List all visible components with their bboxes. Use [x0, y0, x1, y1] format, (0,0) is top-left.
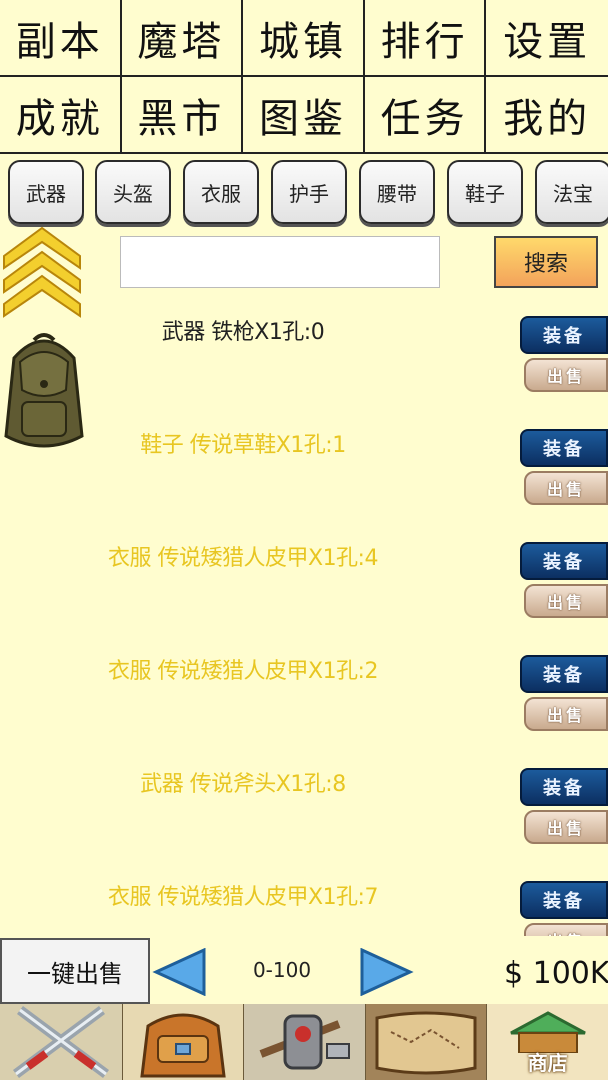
equip-button[interactable]: 装备 [520, 429, 608, 467]
shop-label: 商店 [527, 1050, 568, 1075]
list-item: 武器 铁枪X1孔:0 装备 出售 [0, 300, 608, 412]
list-item: 衣服 传说矮猎人皮甲X1孔:2 装备 出售 [0, 639, 608, 751]
inventory-list: 武器 铁枪X1孔:0 装备 出售 鞋子 传说草鞋X1孔:1 装备 出售 衣服 传… [0, 300, 608, 936]
sell-button[interactable]: 出售 [524, 810, 608, 844]
sell-button[interactable]: 出售 [524, 697, 608, 731]
item-name: 武器 传说斧头X1孔:8 [140, 772, 346, 797]
menu-magic-tower[interactable]: 魔塔 [121, 0, 244, 77]
nav-battle[interactable] [0, 1004, 122, 1080]
equip-button[interactable]: 装备 [520, 768, 608, 806]
sell-button[interactable]: 出售 [524, 923, 608, 936]
search-button[interactable]: 搜索 [494, 236, 598, 288]
sell-all-button[interactable]: 一键出售 [0, 938, 150, 1004]
backpack-icon [140, 1013, 226, 1078]
crossed-swords-icon [12, 1005, 109, 1079]
backpack-icon[interactable] [0, 328, 88, 454]
menu-quests[interactable]: 任务 [364, 77, 487, 154]
money-amount: $ 100K [504, 956, 608, 991]
tab-armor[interactable]: 衣服 [183, 160, 259, 224]
category-tabs: 武器 头盔 衣服 护手 腰带 鞋子 法宝 [0, 160, 608, 226]
equip-button[interactable]: 装备 [520, 881, 608, 919]
nav-map[interactable] [364, 1004, 487, 1080]
list-item: 鞋子 传说草鞋X1孔:1 装备 出售 [0, 413, 608, 525]
tab-helmet[interactable]: 头盔 [95, 160, 171, 224]
menu-profile[interactable]: 我的 [486, 77, 608, 154]
menu-codex[interactable]: 图鉴 [243, 77, 365, 154]
equip-button[interactable]: 装备 [520, 316, 608, 354]
item-name: 衣服 传说矮猎人皮甲X1孔:7 [108, 885, 378, 910]
item-name: 衣服 传说矮猎人皮甲X1孔:2 [108, 659, 378, 684]
tab-weapon[interactable]: 武器 [8, 160, 84, 224]
tab-gauntlets[interactable]: 护手 [271, 160, 347, 224]
tab-shoes[interactable]: 鞋子 [447, 160, 523, 224]
prev-page-arrow-icon[interactable] [152, 947, 208, 997]
tab-belt[interactable]: 腰带 [359, 160, 435, 224]
menu-black-market[interactable]: 黑市 [121, 77, 244, 154]
nav-shop[interactable]: 商店 [486, 1004, 608, 1080]
crafting-icon [260, 1014, 351, 1070]
list-item: 衣服 传说矮猎人皮甲X1孔:7 装备 出售 [0, 865, 608, 936]
menu-settings[interactable]: 设置 [486, 0, 608, 77]
list-item: 武器 传说斧头X1孔:8 装备 出售 [0, 752, 608, 864]
item-name: 衣服 传说矮猎人皮甲X1孔:4 [108, 546, 378, 571]
next-page-arrow-icon[interactable] [358, 947, 414, 997]
bottom-nav: 商店 [0, 1004, 608, 1080]
top-menu: 副本 魔塔 城镇 排行 设置 成就 黑市 图鉴 任务 我的 [0, 0, 608, 154]
equip-button[interactable]: 装备 [520, 542, 608, 580]
menu-ranking[interactable]: 排行 [364, 0, 487, 77]
page-range: 0-100 [252, 958, 312, 982]
search-input[interactable] [120, 236, 440, 288]
nav-inventory[interactable] [121, 1004, 244, 1080]
equip-button[interactable]: 装备 [520, 655, 608, 693]
sell-button[interactable]: 出售 [524, 471, 608, 505]
list-item: 衣服 传说矮猎人皮甲X1孔:4 装备 出售 [0, 526, 608, 638]
sell-button[interactable]: 出售 [524, 358, 608, 392]
menu-town[interactable]: 城镇 [243, 0, 365, 77]
sell-button[interactable]: 出售 [524, 584, 608, 618]
scroll-map-icon [375, 1011, 477, 1075]
nav-crafting[interactable] [243, 1004, 365, 1080]
menu-dungeon[interactable]: 副本 [0, 0, 122, 77]
tab-treasure[interactable]: 法宝 [535, 160, 608, 224]
menu-achievements[interactable]: 成就 [0, 77, 122, 154]
